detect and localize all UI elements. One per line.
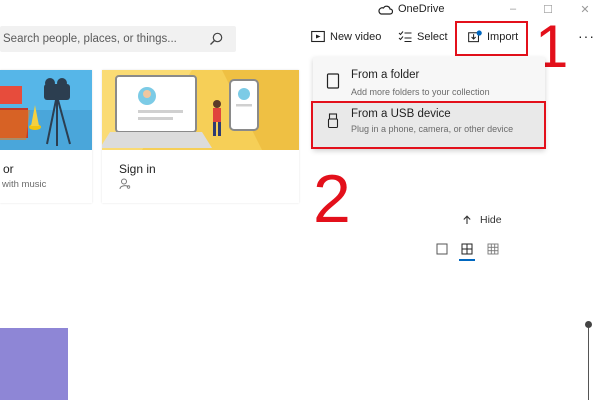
usb-highlight-box [311,101,546,149]
card-illustration [0,70,92,150]
timeline-scrubber-handle[interactable] [585,321,592,328]
more-options-button[interactable]: ··· [578,28,595,44]
card-illustration [102,70,299,150]
minimize-button[interactable]: – [506,3,520,15]
checklist-icon [398,31,412,42]
new-video-label: New video [330,30,382,43]
medium-view-icon[interactable] [461,243,473,255]
small-view-icon[interactable] [487,243,499,255]
large-view-icon[interactable] [436,243,448,255]
step-2-annotation: 2 [313,161,351,237]
search-icon[interactable] [208,31,224,47]
timeline-scrubber-track[interactable] [588,328,589,400]
card-title: or [3,162,14,176]
sign-in-illustration [102,70,299,150]
onedrive-cloud-icon [378,5,393,15]
card-title: Sign in [119,162,156,176]
movie-camera-illustration [0,70,92,150]
import-button[interactable]: Import [468,30,518,43]
video-icon [311,30,325,43]
select-button[interactable]: Select [398,30,448,43]
menu-item-from-folder[interactable]: From a folder Add more folders to your c… [313,60,545,105]
hide-label: Hide [480,214,502,226]
menu-item-description: Add more folders to your collection [351,87,490,97]
window-title-text: OneDrive [398,3,445,15]
card-subtitle: with music [2,179,47,190]
select-label: Select [417,30,448,43]
hide-button[interactable]: Hide [462,214,502,226]
window-title: OneDrive [378,3,444,15]
menu-item-title: From a folder [351,69,420,81]
folder-icon [326,73,340,89]
new-video-button[interactable]: New video [311,30,381,43]
import-icon [468,30,482,43]
selected-view-indicator [459,259,475,261]
import-label: Import [487,30,519,43]
tile-card-movie[interactable]: or with music [0,70,92,203]
photo-thumbnail[interactable] [0,328,68,400]
search-input[interactable]: Search people, places, or things... [3,33,177,45]
user-key-icon [119,178,131,190]
tile-card-sign-in[interactable]: Sign in [102,70,299,203]
arrow-up-icon [463,215,471,224]
close-button[interactable]: ✕ [578,3,592,16]
